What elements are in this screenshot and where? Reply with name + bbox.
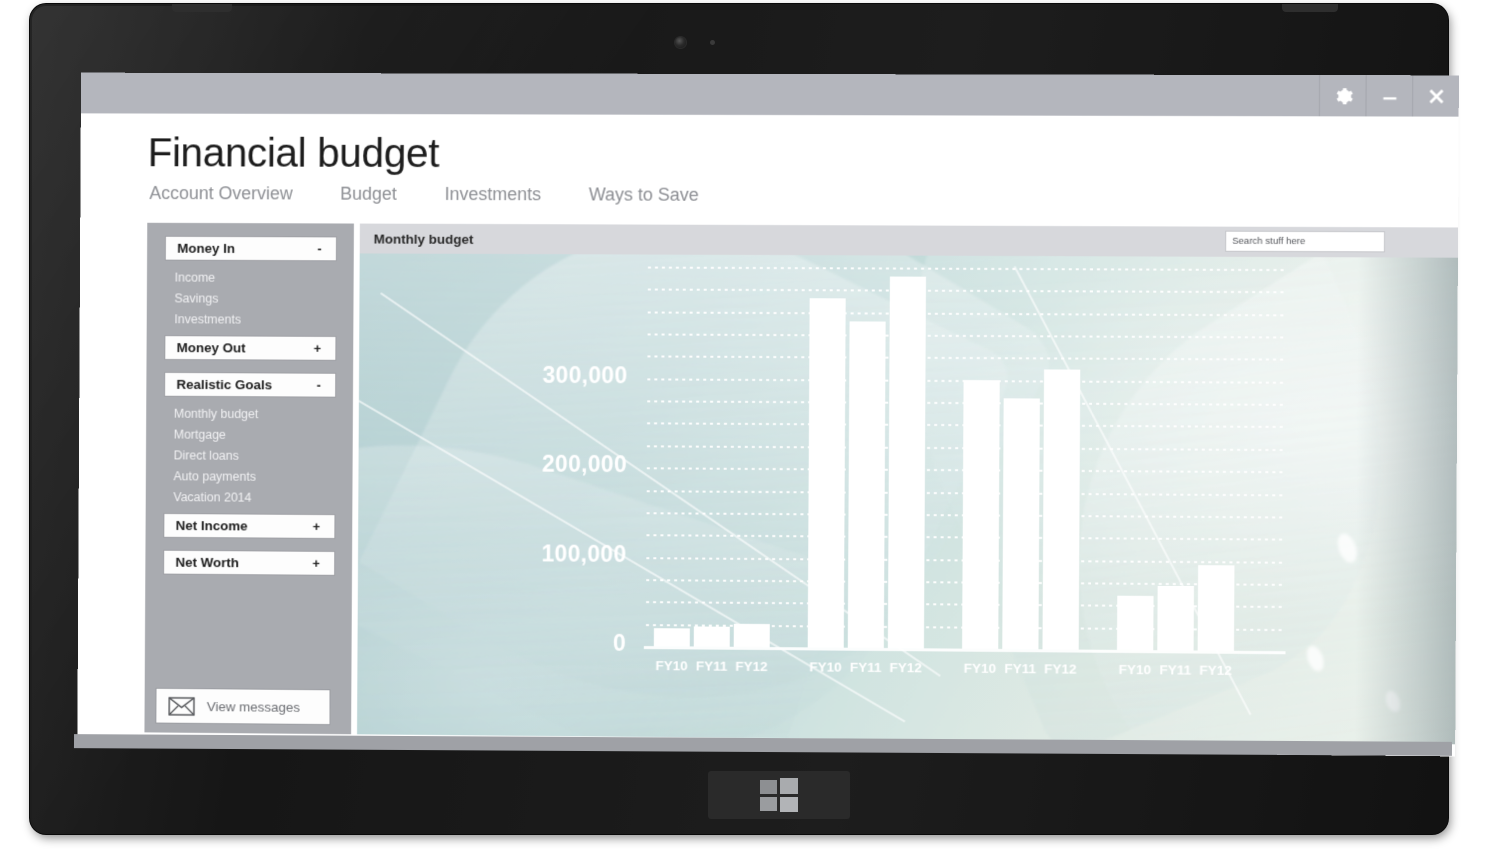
- gear-icon: [1336, 87, 1353, 104]
- sidebar-group-realistic-goals[interactable]: Realistic Goals -: [164, 372, 335, 397]
- app-window: Financial budget Account Overview Budget…: [77, 113, 1459, 757]
- expand-collapse-sign: +: [313, 340, 322, 356]
- sidebar-item-vacation-2014[interactable]: Vacation 2014: [146, 486, 353, 508]
- sidebar-group-money-in[interactable]: Money In -: [165, 236, 336, 261]
- sidebar-group-label: Realistic Goals: [176, 376, 273, 393]
- ambient-light-sensor-icon: [710, 40, 715, 45]
- y-axis-tick: 0: [479, 254, 628, 656]
- tab-account-overview[interactable]: Account Overview: [149, 183, 292, 204]
- window-titlebar: [80, 72, 1459, 117]
- bar[interactable]: [1197, 565, 1235, 651]
- sidebar-group-label: Net Worth: [175, 554, 240, 571]
- bar[interactable]: [962, 379, 1000, 649]
- x-axis-tick-label: FY12: [889, 660, 923, 676]
- minimize-button[interactable]: [1365, 75, 1413, 117]
- sidebar-item-auto-payments[interactable]: Auto payments: [146, 465, 353, 487]
- bar[interactable]: [1116, 596, 1154, 651]
- close-button[interactable]: [1412, 75, 1459, 117]
- panel-title: Monthly budget: [373, 231, 474, 247]
- bar[interactable]: [1157, 585, 1194, 651]
- y-axis-tick: 200,000: [479, 254, 628, 477]
- tab-ways-to-save[interactable]: Ways to Save: [589, 184, 699, 205]
- bar[interactable]: [733, 623, 770, 648]
- y-axis-tick: 100,000: [479, 254, 628, 567]
- sidebar-group-label: Money Out: [176, 340, 246, 356]
- panel-header: Monthly budget Search stuff here: [359, 223, 1459, 258]
- sidebar-group-money-out[interactable]: Money Out +: [164, 336, 335, 360]
- tab-investments[interactable]: Investments: [444, 184, 541, 205]
- x-axis-tick-label: FY12: [735, 658, 768, 675]
- windows-home-button[interactable]: [708, 771, 850, 819]
- sidebar-item-mortgage[interactable]: Mortgage: [146, 423, 353, 445]
- sidebar-item-income[interactable]: Income: [147, 267, 354, 289]
- bar-chart: 0 100,000 200,000 300,000 FY10 FY11 FY12 FY10 FY…: [357, 253, 1458, 750]
- sidebar-item-investments[interactable]: Investments: [147, 308, 354, 330]
- sidebar-group-label: Money In: [177, 240, 236, 256]
- bar[interactable]: [1002, 397, 1040, 650]
- bar[interactable]: [807, 298, 846, 648]
- y-axis-tick-label: 300,000: [542, 361, 628, 389]
- chart-area: 0 100,000 200,000 300,000 FY10 FY11 FY12 FY10 FY…: [357, 253, 1458, 751]
- bezel-notch-left: [172, 4, 232, 12]
- y-axis-tick-label: 100,000: [541, 540, 627, 567]
- expand-collapse-sign: -: [317, 241, 322, 257]
- close-icon: [1425, 85, 1447, 107]
- x-axis-tick-label: FY12: [1044, 661, 1077, 677]
- tab-strip: Account Overview Budget Investments Ways…: [149, 183, 746, 206]
- bar[interactable]: [887, 276, 927, 649]
- minimize-icon: [1382, 96, 1396, 100]
- gridline: [647, 355, 1286, 362]
- gridline: [647, 311, 1286, 317]
- tab-budget[interactable]: Budget: [340, 184, 397, 205]
- expand-collapse-sign: +: [312, 555, 320, 571]
- sidebar-group-net-worth[interactable]: Net Worth +: [163, 550, 334, 575]
- bezel-notch-right: [1282, 4, 1338, 12]
- windows-logo-icon: [760, 778, 798, 812]
- sidebar-group-net-income[interactable]: Net Income +: [163, 513, 334, 539]
- gridline: [647, 288, 1286, 294]
- sidebar-item-direct-loans[interactable]: Direct loans: [146, 444, 353, 466]
- expand-collapse-sign: +: [312, 518, 321, 534]
- tablet-screen: Financial budget Account Overview Budget…: [77, 72, 1459, 757]
- x-axis-tick-label: FY12: [1199, 662, 1233, 678]
- y-axis-tick-label: 0: [612, 629, 627, 656]
- content-row: Money In - Income Savings Investments Mo…: [144, 222, 1459, 752]
- page-title: Financial budget: [147, 129, 440, 177]
- sidebar: Money In - Income Savings Investments Mo…: [144, 222, 354, 741]
- main-panel: Monthly budget Search stuff here 0 100,0…: [357, 223, 1459, 751]
- sidebar-group-label: Net Income: [175, 518, 248, 534]
- gridline: [647, 266, 1286, 272]
- tablet-device: Financial budget Account Overview Budget…: [30, 4, 1459, 834]
- sidebar-item-monthly-budget[interactable]: Monthly budget: [146, 403, 353, 425]
- y-axis-tick: 300,000: [479, 254, 628, 388]
- expand-collapse-sign: -: [316, 377, 321, 393]
- search-input[interactable]: Search stuff here: [1225, 230, 1386, 253]
- webcam-icon: [675, 37, 686, 48]
- gridline: [647, 333, 1286, 339]
- settings-button[interactable]: [1318, 75, 1366, 117]
- bar[interactable]: [693, 626, 730, 647]
- bar[interactable]: [847, 321, 886, 648]
- y-axis-tick-label: 200,000: [541, 450, 628, 478]
- bar[interactable]: [1042, 369, 1081, 650]
- sidebar-item-savings[interactable]: Savings: [147, 287, 354, 309]
- view-messages-button[interactable]: View messages: [156, 688, 330, 725]
- view-messages-label: View messages: [206, 698, 301, 715]
- bar[interactable]: [653, 628, 690, 647]
- envelope-icon: [168, 696, 195, 715]
